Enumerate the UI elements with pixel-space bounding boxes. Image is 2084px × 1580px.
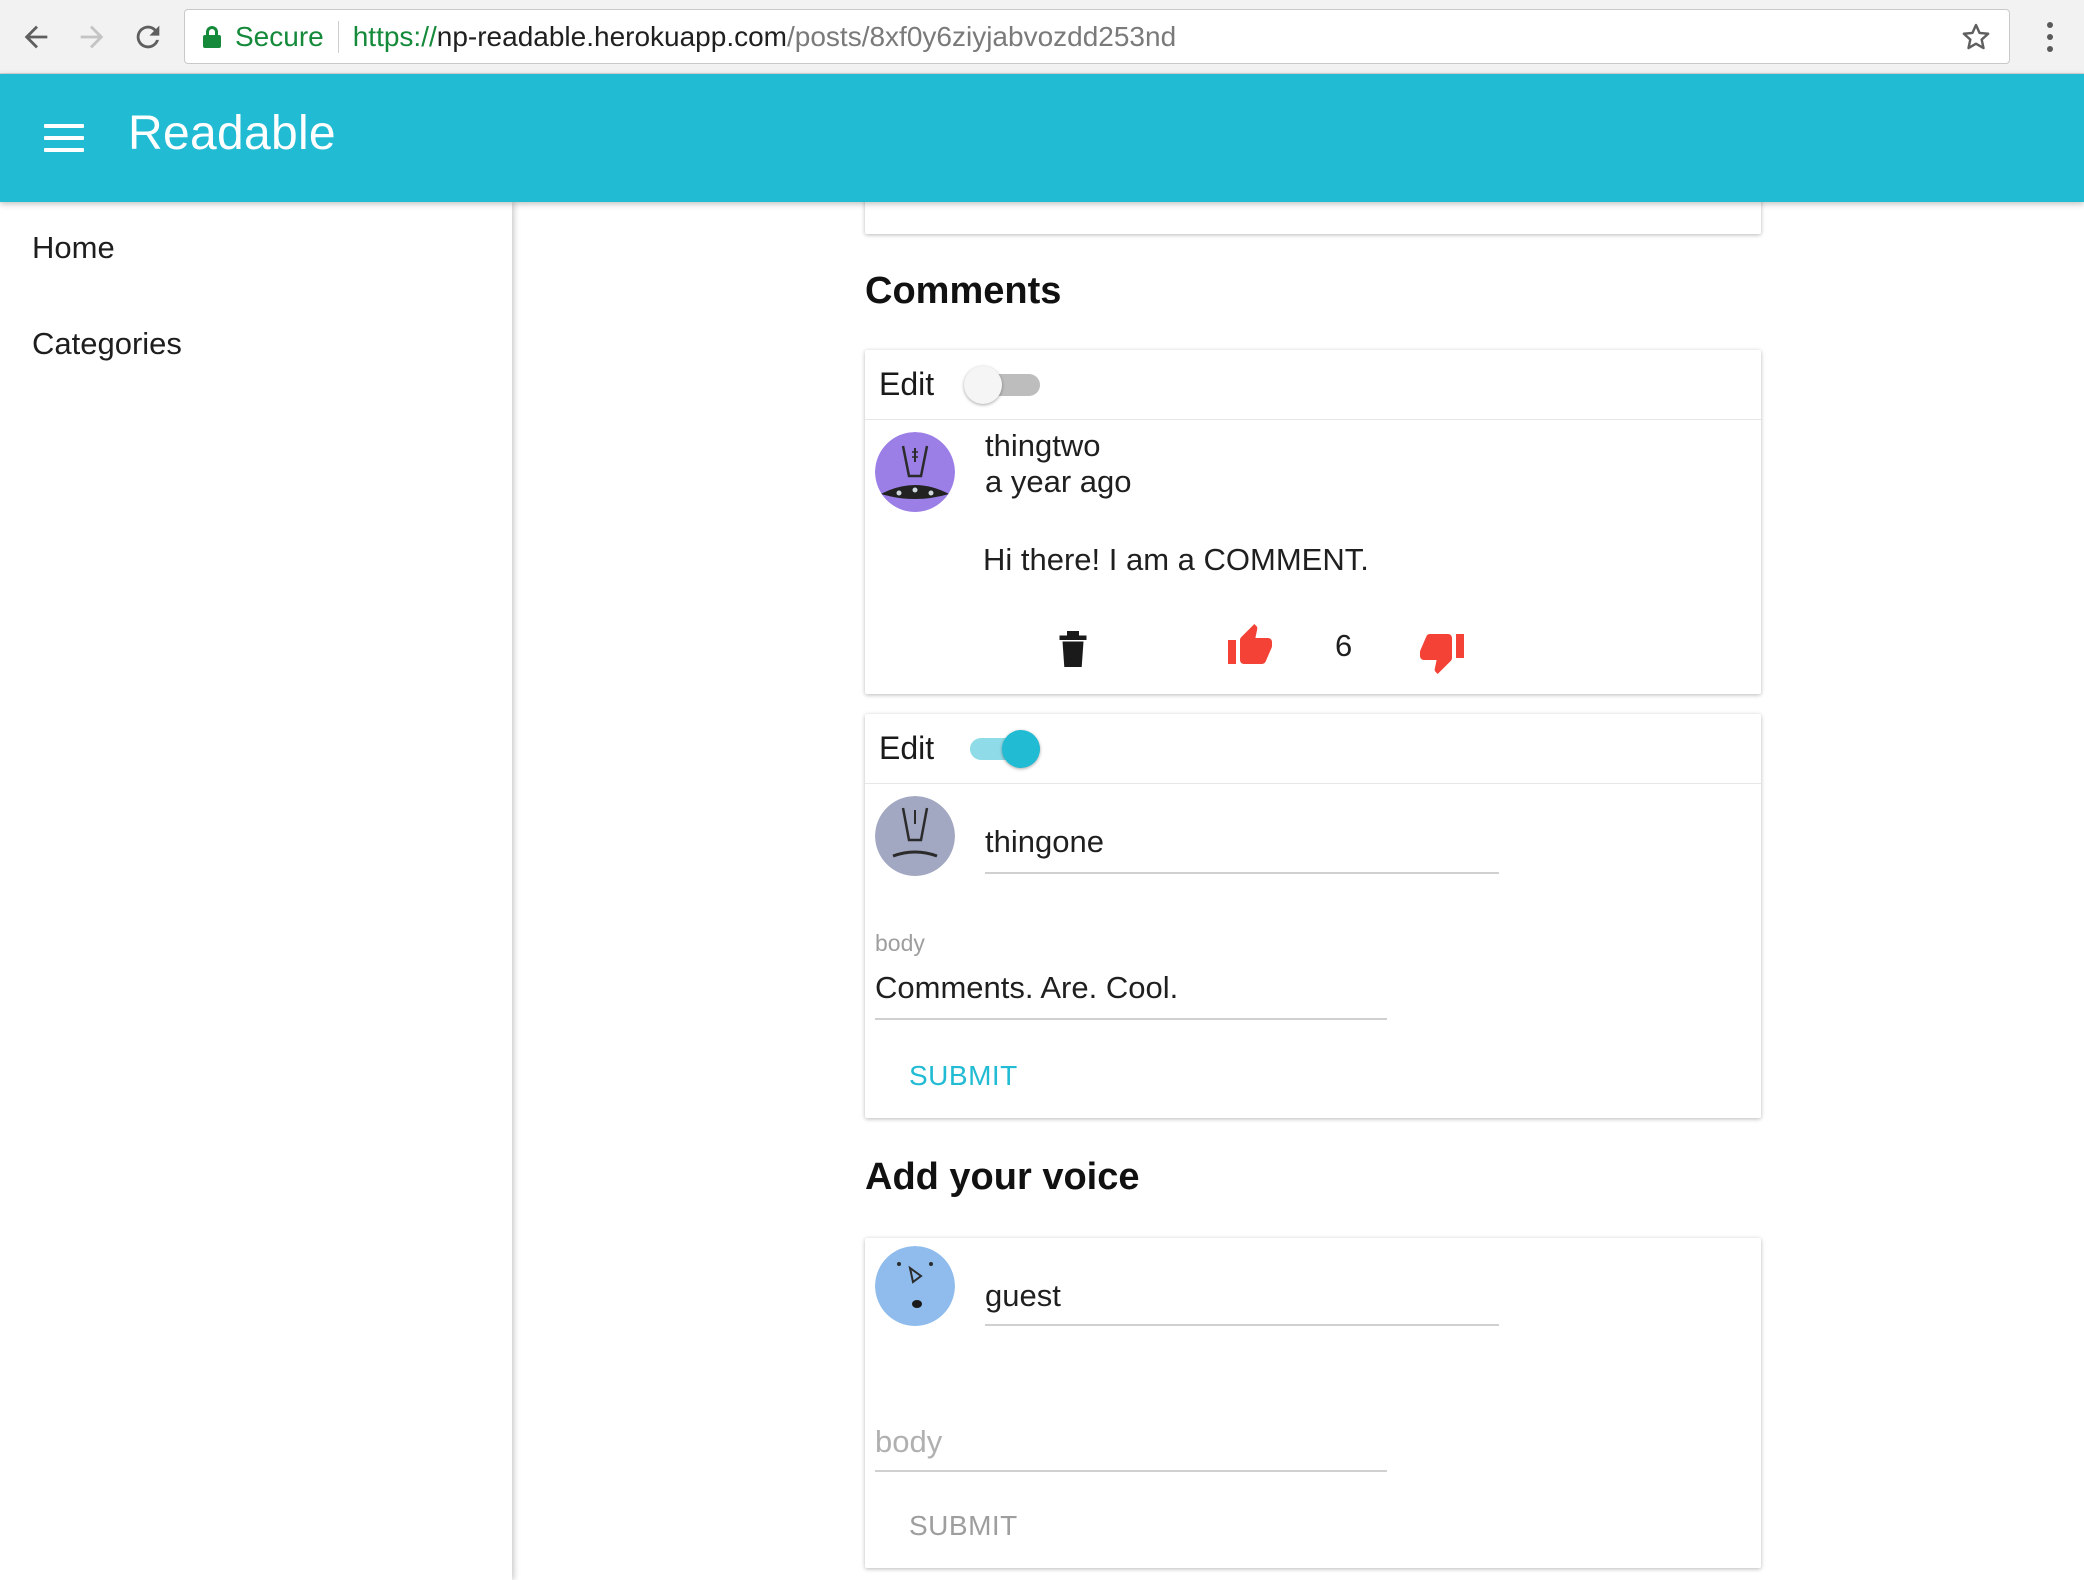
lock-icon <box>203 25 221 48</box>
comment-edit-card: Edit thingone body Comments. Are. Cool. … <box>865 714 1761 1118</box>
comment-card: Edit thingtwo a year ago Hi there! I am … <box>865 350 1761 694</box>
submit-button[interactable]: SUBMIT <box>909 1510 1018 1542</box>
robot-face-icon <box>875 432 955 512</box>
avatar <box>875 796 955 876</box>
body-field-underline <box>875 1470 1387 1472</box>
body-field[interactable]: Comments. Are. Cool. <box>875 970 1178 1006</box>
thumb-down-icon[interactable] <box>1417 628 1467 676</box>
url-path: /posts/8xf0y6ziyjabvozdd253nd <box>787 20 1177 52</box>
submit-button[interactable]: SUBMIT <box>909 1060 1018 1092</box>
add-voice-heading: Add your voice <box>865 1156 1140 1198</box>
trash-icon[interactable] <box>1055 628 1091 670</box>
author-field-underline <box>985 872 1499 874</box>
comment-card-header: Edit <box>865 350 1761 420</box>
author-field-underline <box>985 1324 1499 1326</box>
browser-menu-icon[interactable] <box>2032 14 2068 60</box>
comment-body: Hi there! I am a COMMENT. <box>983 542 1369 577</box>
new-comment-card: guest body SUBMIT <box>865 1238 1761 1568</box>
reload-button[interactable] <box>124 13 172 61</box>
drawer-item-home[interactable]: Home <box>32 230 115 266</box>
navigation-drawer: Home Categories <box>0 202 512 1580</box>
avatar <box>875 1246 955 1326</box>
bookmark-star-icon[interactable] <box>1959 20 1993 54</box>
edit-label: Edit <box>879 366 935 402</box>
vote-score: 6 <box>1335 628 1353 663</box>
back-button[interactable] <box>12 13 60 61</box>
forward-button[interactable] <box>68 13 116 61</box>
app-title: Readable <box>128 107 336 160</box>
comment-timestamp: a year ago <box>985 464 1132 499</box>
robot-face-icon <box>875 1246 955 1326</box>
author-field[interactable]: thingone <box>985 824 1104 860</box>
comments-heading: Comments <box>865 270 1062 312</box>
arrow-left-icon <box>24 25 48 49</box>
menu-icon[interactable] <box>40 118 88 158</box>
secure-label: Secure <box>235 20 324 52</box>
edit-toggle[interactable] <box>964 365 1041 405</box>
divider <box>337 20 339 53</box>
body-field-underline <box>875 1018 1387 1020</box>
body-field[interactable]: body <box>875 1424 942 1460</box>
comment-card-header: Edit <box>865 714 1761 784</box>
url-host: np-readable.herokuapp.com <box>436 20 787 52</box>
comment-author: thingtwo <box>985 428 1101 463</box>
edit-label: Edit <box>879 730 935 766</box>
reload-icon <box>136 25 160 49</box>
thumb-up-icon[interactable] <box>1225 622 1275 670</box>
app-bar: Readable <box>0 74 2084 202</box>
avatar <box>875 432 955 512</box>
edit-toggle[interactable] <box>964 729 1041 769</box>
body-field-label: body <box>875 930 925 956</box>
url-scheme: https:// <box>352 20 437 52</box>
address-bar[interactable]: Secure https://np-readable.herokuapp.com… <box>184 9 2010 64</box>
drawer-item-categories[interactable]: Categories <box>32 326 182 362</box>
robot-face-icon <box>875 796 955 876</box>
arrow-right-icon <box>80 25 104 49</box>
author-field[interactable]: guest <box>985 1278 1061 1314</box>
browser-toolbar: Secure https://np-readable.herokuapp.com… <box>0 0 2084 74</box>
